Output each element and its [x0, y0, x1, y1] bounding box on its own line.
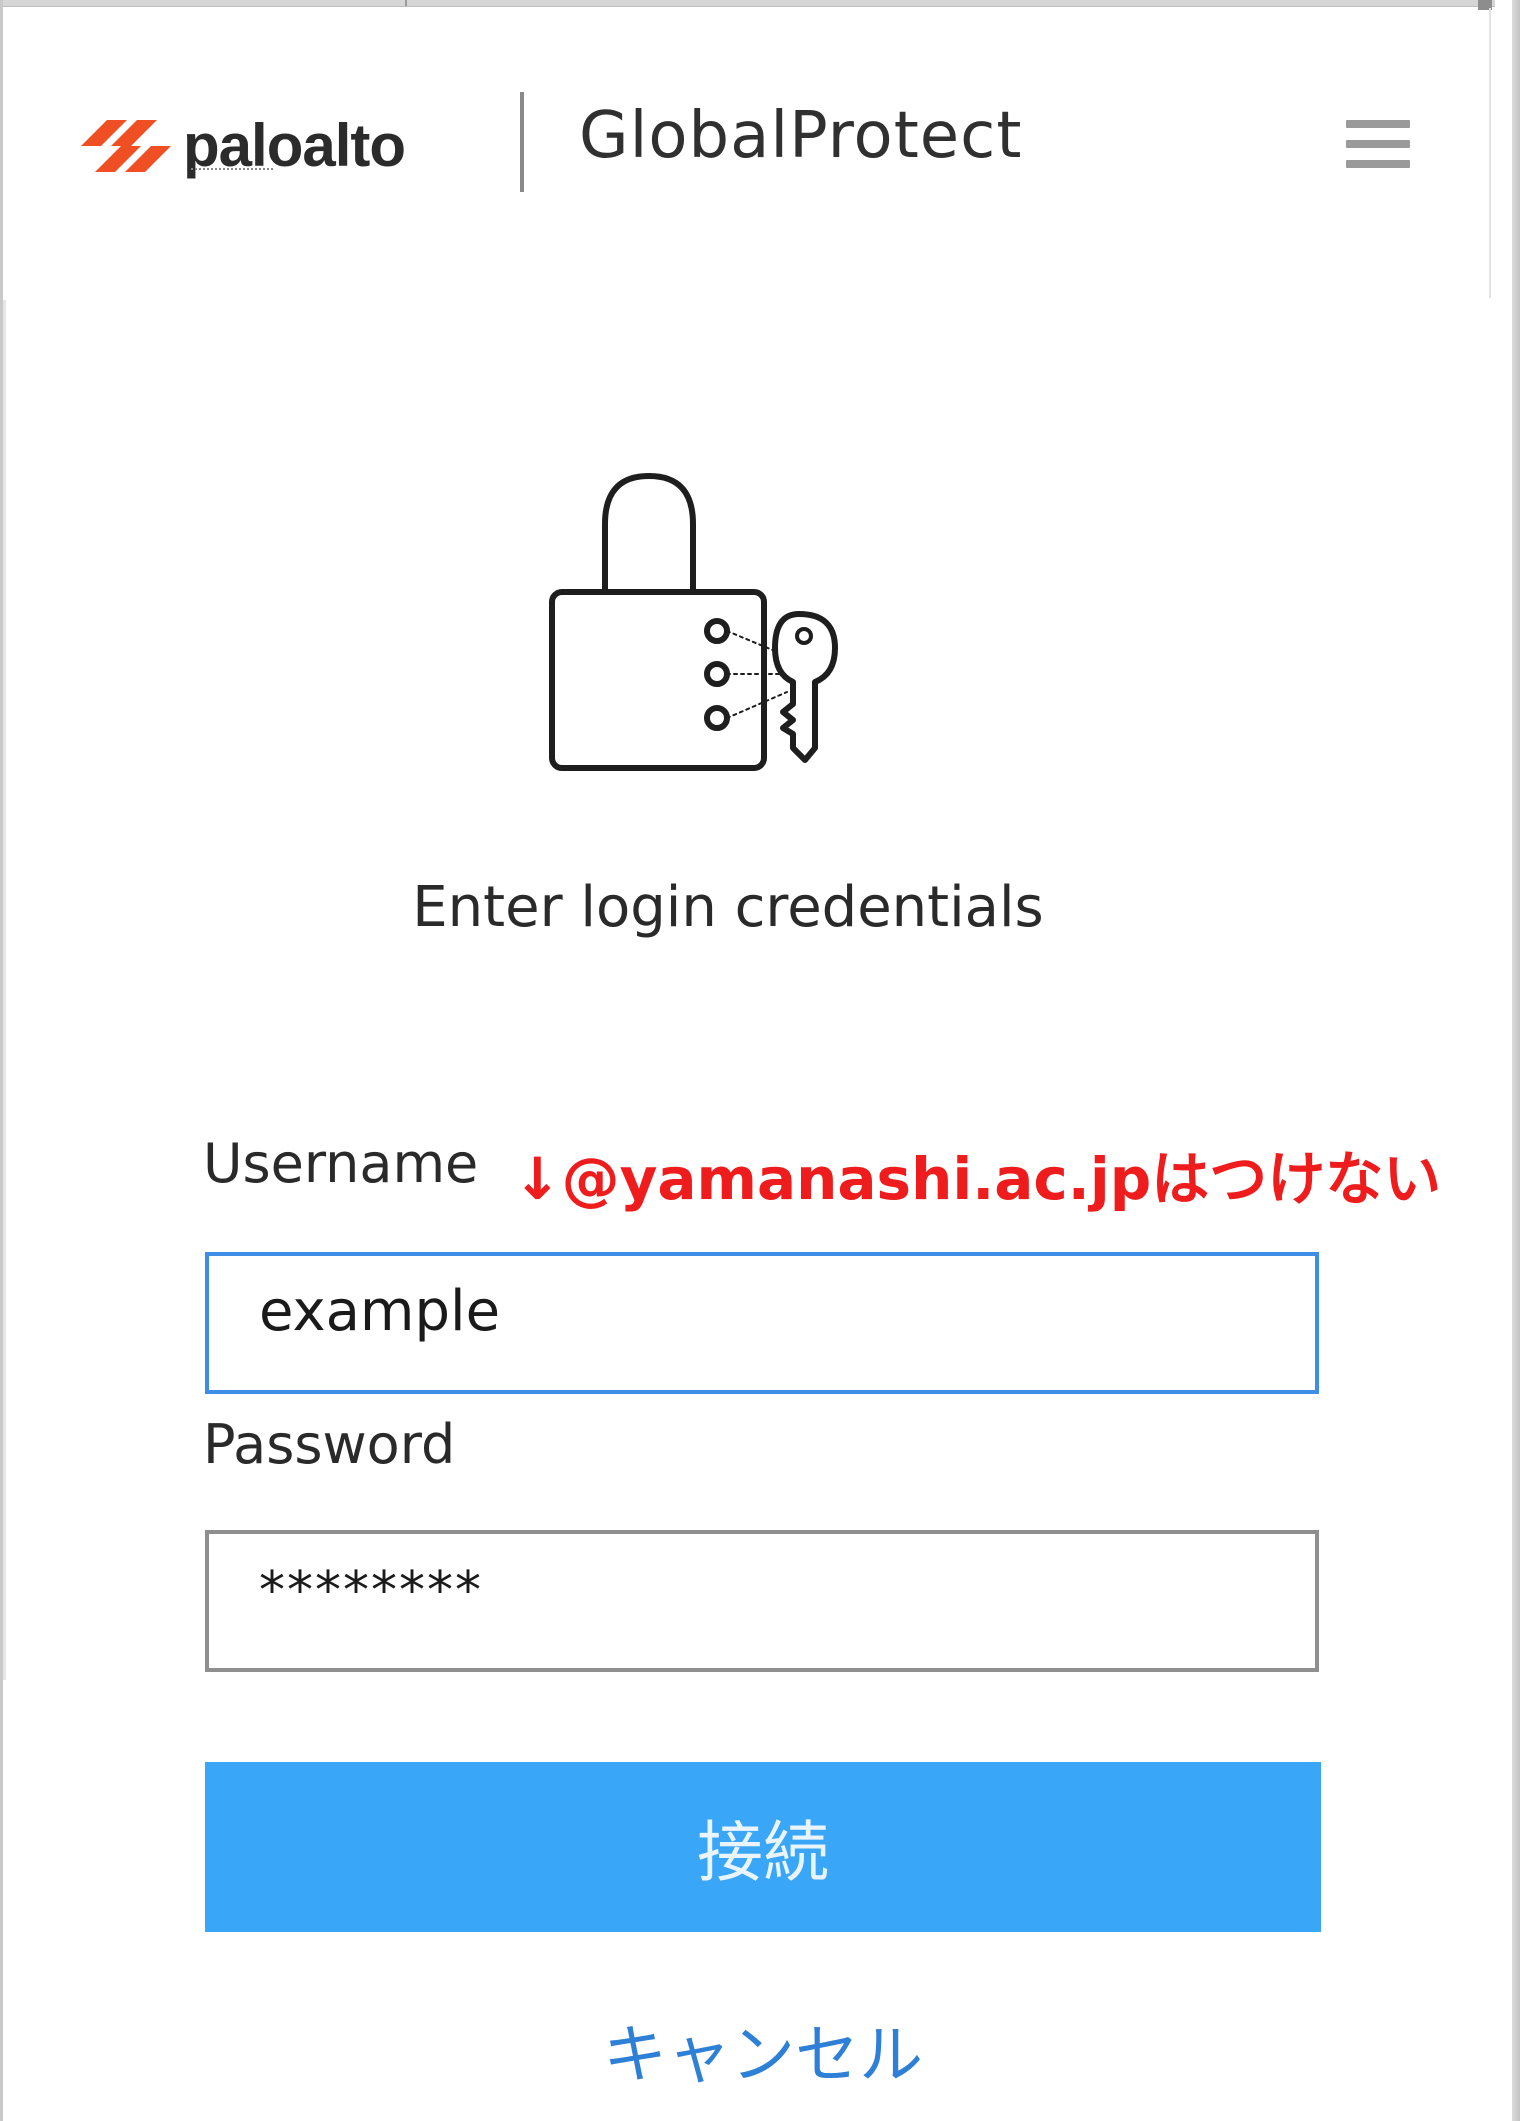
paloalto-logo-subtext — [191, 168, 273, 174]
paloalto-logo-icon — [81, 114, 177, 178]
app-title: GlobalProtect — [579, 99, 1023, 173]
username-field[interactable]: example — [205, 1252, 1319, 1394]
login-prompt: Enter login credentials — [412, 875, 1044, 940]
paloalto-logo-text: paloalto — [183, 112, 406, 179]
header: paloalto GlobalProtect — [3, 6, 1487, 296]
header-right-edge — [1489, 8, 1491, 298]
window-left-edge — [3, 300, 6, 1680]
lock-with-key-icon — [547, 466, 875, 774]
globalprotect-window: paloalto GlobalProtect Enter login crede… — [0, 0, 1495, 2121]
cancel-link[interactable]: キャンセル — [3, 2024, 1520, 2088]
username-label: Username — [203, 1132, 479, 1195]
connect-button[interactable]: 接続 — [205, 1762, 1321, 1932]
password-masked-value: ******** — [259, 1561, 483, 1621]
window-right-edge — [1512, 0, 1520, 2121]
header-divider — [520, 92, 524, 192]
password-label: Password — [203, 1413, 456, 1476]
username-annotation: ↓@yamanashi.ac.jpはつけない — [513, 1145, 1442, 1213]
password-field[interactable]: ******** — [205, 1530, 1319, 1672]
hamburger-menu-icon[interactable] — [1346, 116, 1410, 172]
paloalto-logo: paloalto — [81, 106, 406, 186]
